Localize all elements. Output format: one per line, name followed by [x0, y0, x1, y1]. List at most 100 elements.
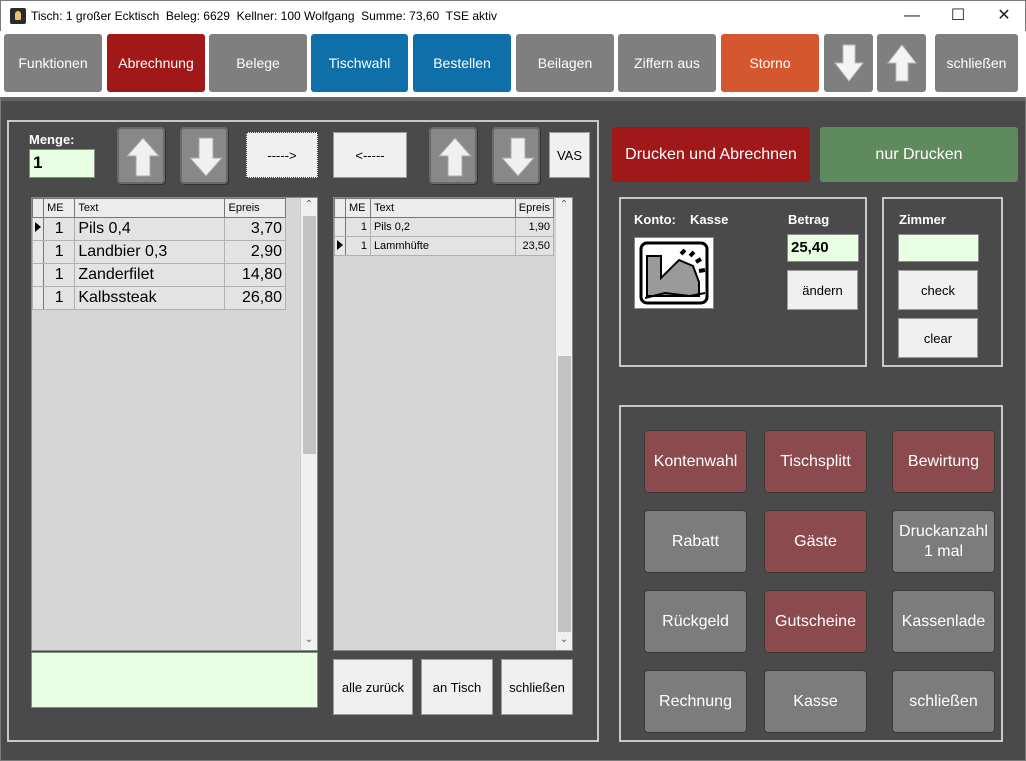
bestellen-button[interactable]: Bestellen	[413, 34, 511, 92]
betrag-input[interactable]: 25,40	[787, 234, 859, 262]
row-indicator	[334, 217, 346, 237]
header-indicator	[334, 198, 346, 218]
row-me: 1	[345, 217, 371, 237]
left-up-button[interactable]	[117, 127, 165, 184]
row-price: 1,90	[514, 217, 555, 237]
kontenwahl-button[interactable]: Kontenwahl	[644, 430, 747, 493]
table-row[interactable]: 1 Lammhüfte 23,50	[334, 236, 555, 256]
table-row[interactable]: 1 Kalbssteak 26,80	[32, 286, 286, 310]
row-text: Kalbssteak	[74, 286, 226, 310]
app-icon	[10, 8, 26, 24]
main-toolbar: Funktionen Abrechnung Belege Tischwahl B…	[0, 31, 1026, 97]
menge-label: Menge:	[29, 132, 75, 147]
rueckgeld-button[interactable]: Rückgeld	[644, 590, 747, 653]
druckanzahl-button[interactable]: Druckanzahl 1 mal	[892, 510, 995, 573]
gaeste-button[interactable]: Gäste	[764, 510, 867, 573]
row-text: Zanderfilet	[74, 263, 226, 287]
scroll-thumb[interactable]	[558, 356, 571, 632]
kassenlade-button[interactable]: Kassenlade	[892, 590, 995, 653]
schliessen-toolbar-button[interactable]: schließen	[935, 34, 1018, 92]
left-grid-scrollbar[interactable]: ⌃ ⌄	[300, 198, 317, 650]
row-text: Landbier 0,3	[74, 240, 226, 264]
arrow-down-icon	[833, 44, 864, 82]
rechnung-button[interactable]: Rechnung	[644, 670, 747, 733]
row-me: 1	[43, 263, 76, 287]
left-items-grid[interactable]: ME Text Epreis 1 Pils 0,4 3,70 1 Landbie…	[31, 197, 318, 651]
table-row[interactable]: 1 Landbier 0,3 2,90	[32, 240, 286, 264]
row-text: Pils 0,4	[74, 217, 226, 241]
aendern-button[interactable]: ändern	[787, 270, 858, 310]
table-header-row: ME Text Epreis	[32, 198, 286, 218]
header-text: Text	[74, 198, 226, 218]
drucken-abrechnen-button[interactable]: Drucken und Abrechnen	[612, 127, 810, 182]
table-row[interactable]: 1 Pils 0,4 3,70	[32, 217, 286, 241]
ziffern-aus-button[interactable]: Ziffern aus	[618, 34, 716, 92]
arrow-up-icon	[438, 137, 472, 177]
scroll-down-button[interactable]	[824, 34, 873, 92]
arrow-down-icon	[501, 137, 535, 177]
maximize-button[interactable]: ☐	[935, 1, 981, 32]
table-row[interactable]: 1 Pils 0,2 1,90	[334, 217, 555, 237]
minimize-button[interactable]: —	[889, 1, 935, 32]
right-grid-scrollbar[interactable]: ⌃ ⌄	[555, 198, 572, 650]
header-me: ME	[43, 198, 76, 218]
right-up-button[interactable]	[429, 127, 477, 184]
abrechnung-button[interactable]: Abrechnung	[107, 34, 205, 92]
row-me: 1	[43, 286, 76, 310]
schliessen-split-button[interactable]: schließen	[501, 659, 573, 715]
check-button[interactable]: check	[898, 270, 978, 310]
konto-value: Kasse	[690, 212, 729, 227]
nur-drucken-button[interactable]: nur Drucken	[820, 127, 1018, 182]
scroll-up-button[interactable]	[877, 34, 926, 92]
scroll-up-arrow-icon[interactable]: ⌃	[301, 199, 317, 210]
row-me: 1	[43, 240, 76, 264]
move-right-button[interactable]: ----->	[246, 132, 318, 178]
vas-button[interactable]: VAS	[549, 132, 590, 178]
window-title: Tisch: 1 großer Ecktisch Beleg: 6629 Kel…	[31, 9, 498, 23]
tischsplitt-button[interactable]: Tischsplitt	[764, 430, 867, 493]
header-epreis: Epreis	[224, 198, 286, 218]
row-indicator	[32, 263, 45, 287]
row-indicator-icon	[32, 217, 45, 241]
konto-label: Konto:	[634, 212, 676, 227]
row-text: Lammhüfte	[369, 236, 516, 256]
table-row[interactable]: 1 Zanderfilet 14,80	[32, 263, 286, 287]
tischwahl-button[interactable]: Tischwahl	[311, 34, 408, 92]
storno-button[interactable]: Storno	[721, 34, 819, 92]
arrow-up-icon	[886, 44, 917, 82]
clear-button[interactable]: clear	[898, 318, 978, 358]
right-down-button[interactable]	[492, 127, 540, 184]
menge-input[interactable]: 1	[29, 149, 95, 178]
druckanzahl-label: Druckanzahl	[899, 522, 988, 540]
right-items-grid[interactable]: ME Text Epreis 1 Pils 0,2 1,90 1 Lammhüf…	[333, 197, 573, 651]
schliessen-functions-button[interactable]: schließen	[892, 670, 995, 733]
main-area: Menge: 1 -----> <----- VAS ME Text Eprei…	[0, 97, 1026, 761]
header-me: ME	[345, 198, 371, 218]
kasse-account-icon[interactable]	[634, 237, 714, 309]
arrow-down-icon	[189, 137, 223, 177]
alle-zurueck-button[interactable]: alle zurück	[333, 659, 413, 715]
zimmer-input[interactable]	[898, 234, 979, 262]
top-strip	[1, 97, 1025, 101]
arrow-up-icon	[126, 137, 160, 177]
scroll-thumb[interactable]	[303, 216, 316, 454]
gutscheine-button[interactable]: Gutscheine	[764, 590, 867, 653]
kasse-button[interactable]: Kasse	[764, 670, 867, 733]
move-left-button[interactable]: <-----	[333, 132, 407, 178]
belege-button[interactable]: Belege	[209, 34, 307, 92]
funktionen-button[interactable]: Funktionen	[4, 34, 102, 92]
note-field[interactable]	[31, 652, 318, 708]
row-price: 23,50	[514, 236, 555, 256]
close-window-button[interactable]: ✕	[981, 1, 1026, 32]
bewirtung-button[interactable]: Bewirtung	[892, 430, 995, 493]
scroll-down-arrow-icon[interactable]: ⌄	[301, 634, 317, 645]
scroll-down-arrow-icon[interactable]: ⌄	[556, 634, 572, 645]
scroll-up-arrow-icon[interactable]: ⌃	[556, 199, 572, 210]
left-down-button[interactable]	[180, 127, 228, 184]
rabatt-button[interactable]: Rabatt	[644, 510, 747, 573]
row-me: 1	[43, 217, 76, 241]
row-indicator-icon	[334, 236, 346, 256]
an-tisch-button[interactable]: an Tisch	[421, 659, 493, 715]
row-price: 2,90	[224, 240, 286, 264]
beilagen-button[interactable]: Beilagen	[516, 34, 614, 92]
